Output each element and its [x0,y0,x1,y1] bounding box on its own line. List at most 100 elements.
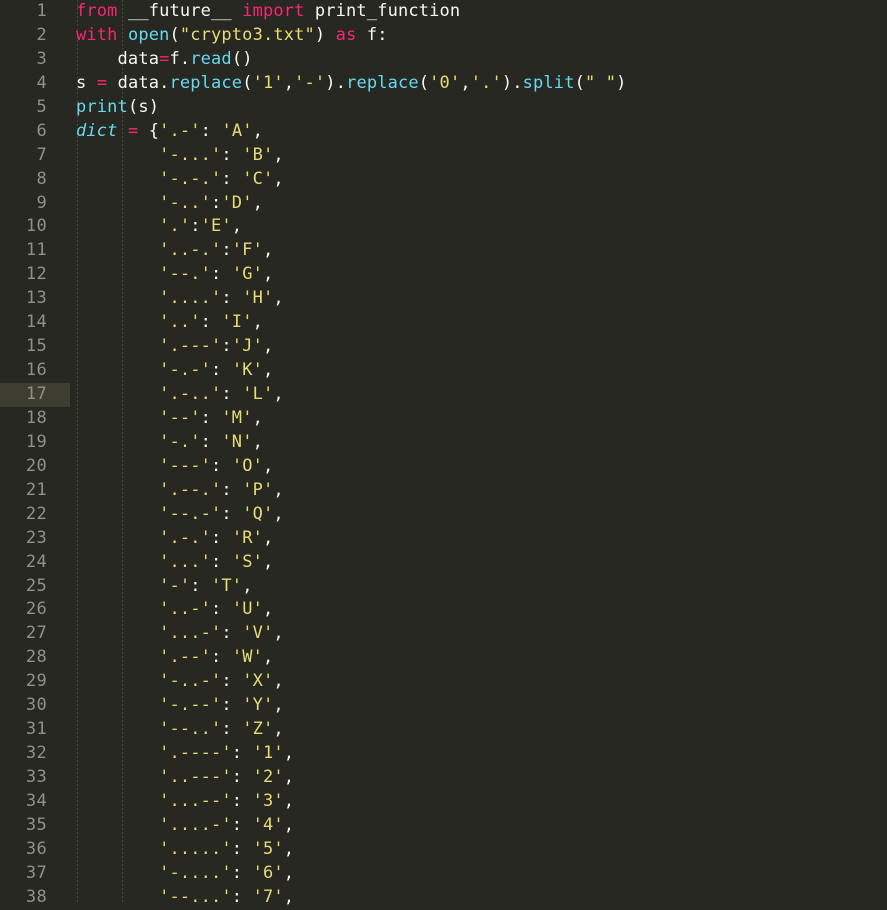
code-line-content[interactable]: '-....': '6', [70,862,887,886]
line-number[interactable]: 37 [0,862,70,886]
code-line-content[interactable]: '--': 'M', [70,407,887,431]
line-number[interactable]: 15 [0,335,70,359]
line-number[interactable]: 1 [0,0,70,24]
code-line[interactable]: 26 '..-': 'U', [0,598,887,622]
line-number[interactable]: 34 [0,790,70,814]
code-line[interactable]: 32 '.----': '1', [0,742,887,766]
line-number[interactable]: 36 [0,838,70,862]
line-number[interactable]: 26 [0,598,70,622]
code-line-content[interactable]: '---': 'O', [70,455,887,479]
line-number[interactable]: 19 [0,431,70,455]
code-line[interactable]: 3 data=f.read() [0,48,887,72]
code-line[interactable]: 8 '-.-.': 'C', [0,168,887,192]
code-line-content[interactable]: s = data.replace('1','-').replace('0','.… [70,72,887,96]
code-line[interactable]: 5 print(s) [0,96,887,120]
line-number[interactable]: 35 [0,814,70,838]
line-number[interactable]: 23 [0,527,70,551]
line-number[interactable]: 14 [0,311,70,335]
code-line-content[interactable]: '-...': 'B', [70,144,887,168]
code-editor[interactable]: 1 from __future__ import print_function 2 w… [0,0,887,907]
line-number[interactable]: 25 [0,575,70,599]
code-line-content[interactable]: '-.--': 'Y', [70,694,887,718]
code-line[interactable]: 23 '.-.': 'R', [0,527,887,551]
code-line-content[interactable]: from __future__ import print_function [70,0,887,24]
line-number[interactable]: 20 [0,455,70,479]
code-line-content[interactable]: '.-..': 'L', [70,383,887,407]
code-line[interactable]: 1 from __future__ import print_function [0,0,887,24]
code-line-content[interactable]: '...-': 'V', [70,622,887,646]
line-number[interactable]: 29 [0,670,70,694]
line-number[interactable]: 10 [0,215,70,239]
code-line-content[interactable]: '-': 'T', [70,575,887,599]
line-number[interactable]: 27 [0,622,70,646]
code-line[interactable]: 18 '--': 'M', [0,407,887,431]
line-number[interactable]: 12 [0,263,70,287]
line-number[interactable]: 28 [0,646,70,670]
code-line[interactable]: 10 '.':'E', [0,215,887,239]
code-line-content[interactable]: '.--': 'W', [70,646,887,670]
code-line-content[interactable]: '...--': '3', [70,790,887,814]
code-line[interactable]: 35 '....-': '4', [0,814,887,838]
code-line-content[interactable]: '.-.': 'R', [70,527,887,551]
code-line[interactable]: 15 '.---':'J', [0,335,887,359]
line-number[interactable]: 9 [0,192,70,216]
code-line-content[interactable]: '..-': 'U', [70,598,887,622]
code-line[interactable]: 12 '--.': 'G', [0,263,887,287]
code-line-content[interactable]: '....': 'H', [70,287,887,311]
code-line[interactable]: 13 '....': 'H', [0,287,887,311]
code-line[interactable]: 19 '-.': 'N', [0,431,887,455]
line-number[interactable]: 17 [0,383,70,407]
code-line-content[interactable]: '--...': '7', [70,886,887,910]
line-number[interactable]: 31 [0,718,70,742]
line-number[interactable]: 4 [0,72,70,96]
code-line-content[interactable]: '.---':'J', [70,335,887,359]
code-line-content[interactable]: data=f.read() [70,48,887,72]
line-number[interactable]: 22 [0,503,70,527]
line-number[interactable]: 3 [0,48,70,72]
line-number[interactable]: 7 [0,144,70,168]
code-line-content[interactable]: '....-': '4', [70,814,887,838]
code-line-content[interactable]: '.....': '5', [70,838,887,862]
line-number[interactable]: 21 [0,479,70,503]
code-line-content[interactable]: print(s) [70,96,887,120]
code-line-content[interactable]: dict = {'.-': 'A', [70,120,887,144]
code-line[interactable]: 2 with open("crypto3.txt") as f: [0,24,887,48]
code-line-content[interactable]: '...': 'S', [70,551,887,575]
code-line[interactable]: 20 '---': 'O', [0,455,887,479]
code-line-content[interactable]: '--.': 'G', [70,263,887,287]
code-line-content[interactable]: '..': 'I', [70,311,887,335]
code-line[interactable]: 33 '..---': '2', [0,766,887,790]
code-line-content[interactable]: '-..':'D', [70,192,887,216]
code-line[interactable]: 31 '--..': 'Z', [0,718,887,742]
line-number[interactable]: 11 [0,239,70,263]
code-line[interactable]: 17 '.-..': 'L', [0,383,887,407]
code-line[interactable]: 29 '-..-': 'X', [0,670,887,694]
line-number[interactable]: 6 [0,120,70,144]
code-line[interactable]: 21 '.--.': 'P', [0,479,887,503]
code-line[interactable]: 28 '.--': 'W', [0,646,887,670]
code-line-content[interactable]: '.----': '1', [70,742,887,766]
code-line-content[interactable]: '-.-': 'K', [70,359,887,383]
line-number[interactable]: 32 [0,742,70,766]
line-number[interactable]: 18 [0,407,70,431]
code-line[interactable]: 25 '-': 'T', [0,575,887,599]
code-line[interactable]: 37 '-....': '6', [0,862,887,886]
code-line-content[interactable]: '-.': 'N', [70,431,887,455]
line-number[interactable]: 5 [0,96,70,120]
code-line-content[interactable]: '.':'E', [70,215,887,239]
code-line-content[interactable]: '--..': 'Z', [70,718,887,742]
code-line[interactable]: 11 '..-.':'F', [0,239,887,263]
code-line-content[interactable]: '.--.': 'P', [70,479,887,503]
line-number[interactable]: 16 [0,359,70,383]
line-number[interactable]: 38 [0,886,70,910]
code-line-content[interactable]: '--.-': 'Q', [70,503,887,527]
code-line[interactable]: 4s = data.replace('1','-').replace('0','… [0,72,887,96]
code-line[interactable]: 14 '..': 'I', [0,311,887,335]
code-line-content[interactable]: '..---': '2', [70,766,887,790]
line-number[interactable]: 2 [0,24,70,48]
code-line[interactable]: 24 '...': 'S', [0,551,887,575]
code-line[interactable]: 9 '-..':'D', [0,192,887,216]
code-line[interactable]: 22 '--.-': 'Q', [0,503,887,527]
code-line[interactable]: 7 '-...': 'B', [0,144,887,168]
code-line[interactable]: 34 '...--': '3', [0,790,887,814]
